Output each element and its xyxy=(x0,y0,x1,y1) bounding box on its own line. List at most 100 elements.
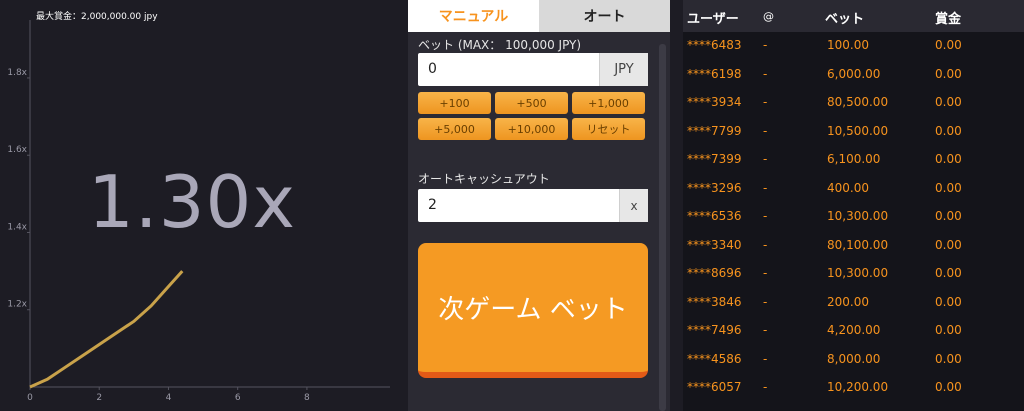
row-prize: 0.00 xyxy=(935,380,962,394)
tab-manual[interactable]: マニュアル xyxy=(408,0,539,32)
row-at: - xyxy=(763,294,768,309)
row-prize: 0.00 xyxy=(935,351,962,366)
row-at: - xyxy=(763,323,768,337)
max-prize-label: 最大賞金：2,000,000.00 jpy xyxy=(36,12,158,22)
bet-panel: マニュアル オート ベット (MAX： 100,000 JPY) 0 JPY +… xyxy=(408,0,670,411)
row-at: - xyxy=(763,95,768,109)
row-at: - xyxy=(763,123,768,138)
row-bet: 4,200.00 xyxy=(827,323,881,337)
x-tick-label: 2 xyxy=(96,393,102,403)
table-row: ****6057 - 10,200.00 0.00 xyxy=(683,374,1024,402)
table-row: ****6198 - 6,000.00 0.00 xyxy=(683,61,1024,89)
table-row: ****7496 - 4,200.00 0.00 xyxy=(683,317,1024,345)
current-multiplier: 1.30x xyxy=(88,160,296,244)
row-user: ****3846 xyxy=(687,294,742,309)
row-bet: 10,200.00 xyxy=(827,380,889,394)
auto-cashout-suffix: x xyxy=(619,189,648,222)
bet-mode-tabs: マニュアル オート xyxy=(408,0,670,32)
y-tick-label: 1.6x xyxy=(7,145,27,155)
x-tick-label: 4 xyxy=(166,393,172,403)
table-header: ユーザー @ ベット 賞金 xyxy=(683,0,1024,32)
next-game-bet-button[interactable]: 次ゲーム ベット xyxy=(418,243,648,378)
table-row: ****6483 - 100.00 0.00 xyxy=(683,32,1024,60)
column-user: ユーザー xyxy=(687,12,739,27)
y-tick-label: 1.8x xyxy=(7,68,27,78)
row-user: ****6198 xyxy=(687,66,742,81)
row-prize: 0.00 xyxy=(935,95,962,109)
row-at: - xyxy=(763,209,768,223)
bet-amount-field[interactable]: 0 JPY xyxy=(418,53,648,86)
row-user: ****6536 xyxy=(687,209,742,223)
crash-graph: 1.8x 1.6x 1.4x 1.2x 0 2 4 6 8 最大賞金：2,000,000.00 … xyxy=(0,0,400,411)
table-row: ****4586 - 8,000.00 0.00 xyxy=(683,346,1024,374)
add-1000-button[interactable]: +1,000 xyxy=(572,92,645,114)
table-row: ****3340 - 80,100.00 0.00 xyxy=(683,232,1024,260)
table-row: ****3846 - 200.00 0.00 xyxy=(683,289,1024,317)
bet-currency-label: JPY xyxy=(599,53,648,86)
auto-cashout-field[interactable]: 2 x xyxy=(418,189,648,222)
auto-cashout-value[interactable]: 2 xyxy=(428,197,437,213)
add-10000-button[interactable]: +10,000 xyxy=(495,118,568,140)
y-tick-label: 1.4x xyxy=(7,222,27,232)
table-row: ****7799 - 10,500.00 0.00 xyxy=(683,118,1024,146)
row-at: - xyxy=(763,266,768,280)
row-prize: 0.00 xyxy=(935,180,962,195)
x-tick-label: 6 xyxy=(235,393,241,403)
column-at: @ xyxy=(763,10,774,23)
row-at: - xyxy=(763,180,768,195)
column-prize: 賞金 xyxy=(935,12,962,27)
row-bet: 200.00 xyxy=(827,294,869,309)
row-bet: 6,000.00 xyxy=(827,66,881,81)
table-row: ****6536 - 10,300.00 0.00 xyxy=(683,203,1024,231)
row-prize: 0.00 xyxy=(935,152,962,166)
add-500-button[interactable]: +500 xyxy=(495,92,568,114)
table-row: ****3296 - 400.00 0.00 xyxy=(683,175,1024,203)
bet-panel-scrollbar[interactable] xyxy=(659,44,666,411)
x-tick-label: 8 xyxy=(304,393,310,403)
row-prize: 0.00 xyxy=(935,209,962,223)
row-bet: 10,300.00 xyxy=(827,266,889,280)
bets-table: ユーザー @ ベット 賞金 ****6483-100.00 0.00 ****619… xyxy=(683,0,1024,411)
row-bet: 10,500.00 xyxy=(827,123,889,138)
row-user: ****6057 xyxy=(687,380,742,394)
add-100-button[interactable]: +100 xyxy=(418,92,491,114)
row-user: ****3296 xyxy=(687,180,742,195)
row-user: ****3340 xyxy=(687,237,742,252)
row-bet: 80,500.00 xyxy=(827,95,889,109)
add-5000-button[interactable]: +5,000 xyxy=(418,118,491,140)
row-at: - xyxy=(763,152,768,166)
row-user: ****8696 xyxy=(687,266,742,280)
row-user: ****7496 xyxy=(687,323,742,337)
row-prize: 0.00 xyxy=(935,237,962,252)
tab-auto[interactable]: オート xyxy=(539,0,670,32)
row-at: - xyxy=(763,237,768,252)
row-prize: 0.00 xyxy=(935,123,962,138)
table-row: ****3934 - 80,500.00 0.00 xyxy=(683,89,1024,117)
auto-cashout-label: オートキャッシュアウト xyxy=(418,172,550,186)
row-at: - xyxy=(763,351,768,366)
row-user: ****7799 xyxy=(687,123,742,138)
table-row: ****8696 - 10,300.00 0.00 xyxy=(683,260,1024,288)
row-bet: 8,000.00 xyxy=(827,351,881,366)
row-prize: 0.00 xyxy=(935,323,962,337)
row-user: ****6483 xyxy=(687,38,742,52)
row-user: ****3934 xyxy=(687,95,742,109)
row-bet: 100.00 xyxy=(827,38,869,52)
column-bet: ベット xyxy=(825,12,865,27)
row-at: - xyxy=(763,38,768,52)
x-tick-label: 0 xyxy=(27,393,33,403)
row-at: - xyxy=(763,66,768,81)
reset-button[interactable]: リセット xyxy=(572,118,645,140)
row-prize: 0.00 xyxy=(935,66,962,81)
table-row: ****7399 - 6,100.00 0.00 xyxy=(683,146,1024,174)
bet-amount-label: ベット (MAX： 100,000 JPY) xyxy=(418,38,582,52)
row-prize: 0.00 xyxy=(935,266,962,280)
row-prize: 0.00 xyxy=(935,38,962,52)
row-user: ****7399 xyxy=(687,152,742,166)
bet-amount-value[interactable]: 0 xyxy=(428,61,437,77)
row-bet: 10,300.00 xyxy=(827,209,889,223)
row-bet: 6,100.00 xyxy=(827,152,881,166)
multiplier-curve xyxy=(29,270,184,389)
row-at: - xyxy=(763,380,768,394)
row-bet: 400.00 xyxy=(827,180,869,195)
